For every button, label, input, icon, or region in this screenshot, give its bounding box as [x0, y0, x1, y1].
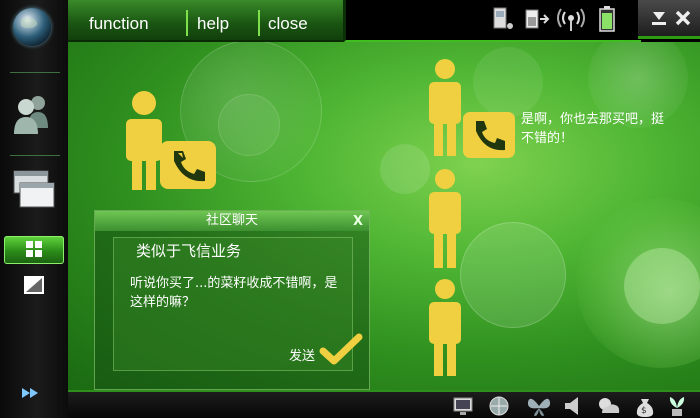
chat-title-bar: 社区聊天 X — [95, 211, 369, 231]
menu-function[interactable]: function — [89, 14, 149, 34]
contacts-icon[interactable] — [4, 90, 64, 140]
window-controls — [638, 0, 700, 39]
phone-icon — [463, 112, 515, 158]
taskbar: $ — [68, 390, 700, 418]
globe-icon[interactable] — [13, 8, 51, 46]
phone-icon — [160, 141, 216, 189]
menu-close[interactable]: close — [268, 14, 308, 34]
main-canvas: 是啊，你也去那买吧，挺不错的！ 社区聊天 X 类似于飞信业务 听说你买了...的… — [68, 42, 700, 390]
minimize-icon[interactable] — [650, 9, 668, 27]
menu-divider — [258, 10, 260, 36]
resize-icon[interactable] — [4, 272, 64, 298]
menu-divider — [186, 10, 188, 36]
svg-text:$: $ — [641, 406, 647, 416]
weather-icon[interactable] — [596, 395, 622, 417]
grid-icon[interactable] — [4, 236, 64, 264]
decor-bubble — [460, 222, 566, 328]
status-tray — [343, 0, 641, 43]
send-label[interactable]: 发送 — [289, 345, 315, 364]
money-bag-icon[interactable]: $ — [634, 394, 656, 418]
chat-message-area[interactable]: 类似于飞信业务 听说你买了...的菜籽收成不错啊，是这样的嘛？ — [113, 237, 353, 371]
person-icon — [429, 59, 461, 156]
fast-forward-icon[interactable] — [4, 382, 64, 404]
sidebar — [0, 0, 68, 418]
chat-heading: 类似于飞信业务 — [136, 242, 242, 260]
person-icon — [429, 279, 461, 376]
decor-bubble — [473, 47, 543, 117]
windows-icon[interactable] — [4, 165, 64, 215]
menu-bar: function help close — [68, 0, 343, 42]
decor-bubble — [218, 94, 280, 156]
reply-text: 是啊，你也去那买吧，挺不错的！ — [521, 112, 665, 146]
decor-bubble — [380, 144, 430, 194]
check-icon[interactable] — [319, 333, 363, 367]
settings-globe-icon[interactable] — [488, 395, 510, 417]
chat-dialog: 社区聊天 X 类似于飞信业务 听说你买了...的菜籽收成不错啊，是这样的嘛？ 发… — [94, 210, 370, 390]
battery-in-icon[interactable] — [522, 5, 550, 33]
close-icon[interactable] — [674, 9, 692, 27]
chat-close-button[interactable]: X — [353, 212, 363, 232]
battery-icon[interactable] — [594, 5, 620, 33]
device-icon[interactable] — [488, 5, 516, 33]
plant-icon[interactable] — [666, 394, 688, 418]
app-window: function help close 是啊，你也去那买吧，挺不错的！ 社区聊天… — [0, 0, 700, 418]
decor-bubble — [624, 248, 700, 324]
sidebar-divider — [10, 72, 60, 73]
chat-title: 社区聊天 — [205, 213, 258, 228]
monitor-icon[interactable] — [452, 395, 474, 417]
signal-icon[interactable] — [556, 5, 586, 33]
butterfly-icon[interactable] — [526, 394, 552, 418]
chat-message: 听说你买了...的菜籽收成不错啊，是这样的嘛？ — [130, 276, 338, 310]
speaker-icon[interactable] — [562, 395, 584, 417]
sidebar-divider — [10, 155, 60, 156]
menu-help[interactable]: help — [197, 14, 229, 34]
person-icon — [429, 169, 461, 268]
